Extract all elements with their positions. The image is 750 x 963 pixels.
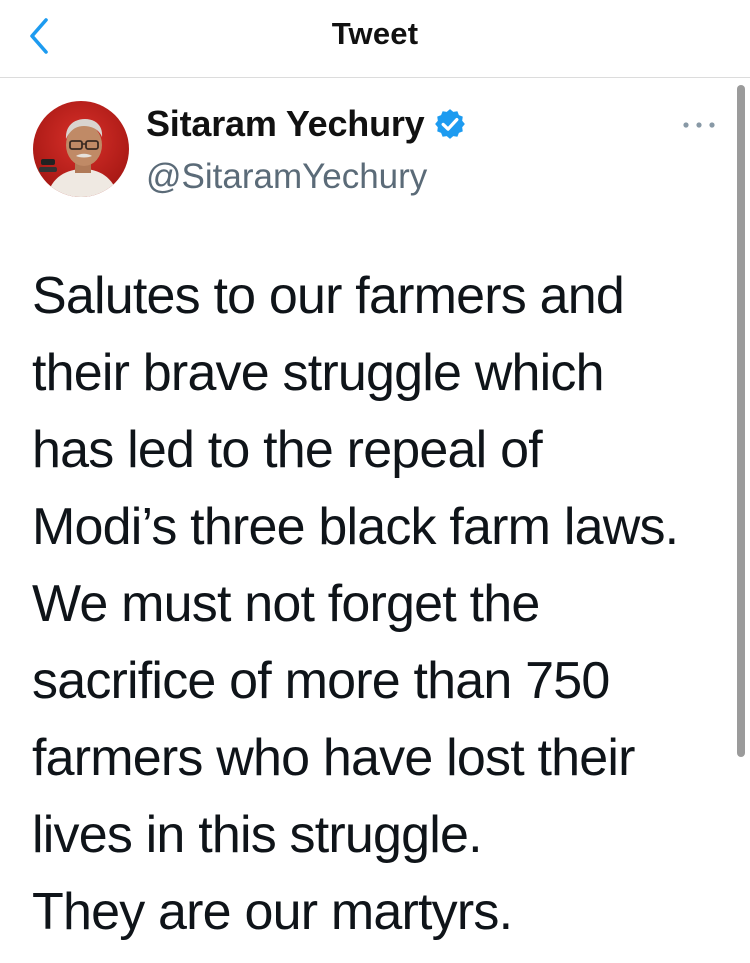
tweet-text-line: Modi’s three black farm laws. [32, 498, 679, 556]
tweet-text-line: has led to the repeal of [32, 421, 543, 479]
page-title: Tweet [331, 16, 419, 51]
author-handle[interactable]: @SitaramYechury [146, 157, 427, 197]
tweet-text-line: sacrifice of more than 750 [32, 652, 610, 710]
tweet-text-line: Salutes to our farmers and [32, 267, 625, 325]
tweet-text-line: their brave struggle which [32, 344, 605, 402]
verified-badge-icon [433, 107, 467, 141]
more-options-button[interactable] [676, 110, 722, 140]
tweet-text: Salutes to our farmers and their brave s… [32, 258, 732, 951]
tweet-text-line: They are our martyrs. [32, 883, 513, 941]
navigation-bar: Tweet [0, 0, 750, 78]
avatar-photo [33, 101, 129, 197]
more-horizontal-icon [683, 122, 715, 128]
tweet-text-line: lives in this struggle. [32, 806, 483, 864]
avatar[interactable] [33, 101, 129, 197]
tweet-text-line: farmers who have lost their [32, 729, 635, 787]
scroll-indicator[interactable] [737, 85, 745, 757]
author-display-name[interactable]: Sitaram Yechury [146, 103, 425, 145]
author-name-row[interactable]: Sitaram Yechury [146, 103, 467, 145]
tweet-text-line: We must not forget the [32, 575, 540, 633]
